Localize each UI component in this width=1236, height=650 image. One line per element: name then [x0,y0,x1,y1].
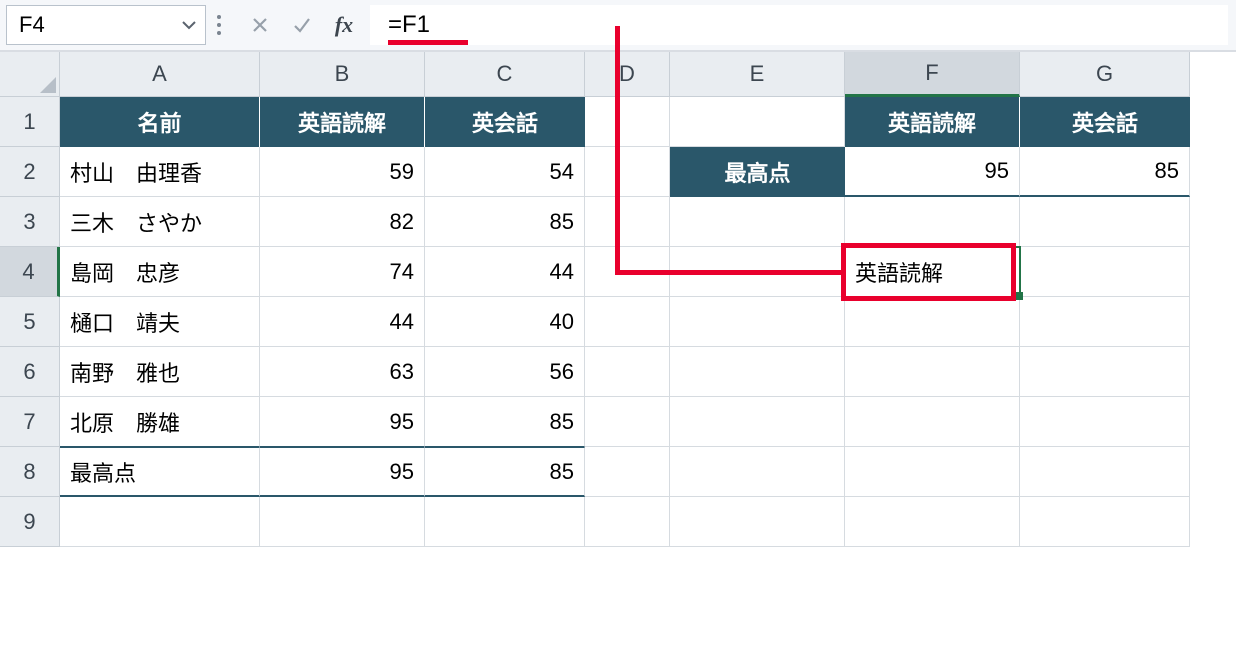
cell-F4[interactable]: 英語読解 [845,247,1020,297]
cell-C5[interactable]: 40 [425,297,585,347]
cell-A5[interactable]: 樋口 靖夫 [60,297,260,347]
cell-A3[interactable]: 三木 さやか [60,197,260,247]
cell-G5[interactable] [1020,297,1190,347]
cell-G2[interactable]: 85 [1020,147,1190,197]
cell-G6[interactable] [1020,347,1190,397]
cell-F2[interactable]: 95 [845,147,1020,197]
cell-D7[interactable] [585,397,670,447]
name-box-value: F4 [19,12,45,38]
row-header-4[interactable]: 4 [0,247,60,297]
cell-A7[interactable]: 北原 勝雄 [60,397,260,447]
cell-F5[interactable] [845,297,1020,347]
column-header-B[interactable]: B [260,52,425,97]
vertical-dots-icon[interactable] [212,15,226,35]
fill-handle[interactable] [1015,292,1023,300]
row-header-6[interactable]: 6 [0,347,60,397]
cell-D3[interactable] [585,197,670,247]
name-box[interactable]: F4 [6,5,206,45]
cell-C6[interactable]: 56 [425,347,585,397]
cell-G8[interactable] [1020,447,1190,497]
formula-bar: F4 fx =F1 [0,0,1236,52]
cell-B9[interactable] [260,497,425,547]
cell-E9[interactable] [670,497,845,547]
cancel-formula-button[interactable] [240,5,280,45]
cell-D8[interactable] [585,447,670,497]
cell-F6[interactable] [845,347,1020,397]
cell-D9[interactable] [585,497,670,547]
row-header-3[interactable]: 3 [0,197,60,247]
cell-C7[interactable]: 85 [425,397,585,447]
enter-formula-button[interactable] [282,5,322,45]
cell-E3[interactable] [670,197,845,247]
cell-D6[interactable] [585,347,670,397]
cell-B5[interactable]: 44 [260,297,425,347]
cell-A2[interactable]: 村山 由理香 [60,147,260,197]
cell-F7[interactable] [845,397,1020,447]
select-all-corner[interactable] [0,52,60,97]
column-headers: ABCDEFG [60,52,1190,97]
cell-G9[interactable] [1020,497,1190,547]
cell-F8[interactable] [845,447,1020,497]
cell-D1[interactable] [585,97,670,147]
row-header-8[interactable]: 8 [0,447,60,497]
column-header-C[interactable]: C [425,52,585,97]
cell-C3[interactable]: 85 [425,197,585,247]
row-headers: 123456789 [0,97,60,547]
chevron-down-icon[interactable] [177,13,201,37]
cell-D4[interactable] [585,247,670,297]
row-header-7[interactable]: 7 [0,397,60,447]
column-header-A[interactable]: A [60,52,260,97]
cell-B4[interactable]: 74 [260,247,425,297]
cell-G4[interactable] [1020,247,1190,297]
cell-C8[interactable]: 85 [425,447,585,497]
cell-B8[interactable]: 95 [260,447,425,497]
column-header-G[interactable]: G [1020,52,1190,97]
cell-B3[interactable]: 82 [260,197,425,247]
cell-A9[interactable] [60,497,260,547]
cell-G3[interactable] [1020,197,1190,247]
cell-C4[interactable]: 44 [425,247,585,297]
cell-E6[interactable] [670,347,845,397]
cell-F9[interactable] [845,497,1020,547]
cell-E4[interactable] [670,247,845,297]
cell-A8[interactable]: 最高点 [60,447,260,497]
formula-input[interactable]: =F1 [370,5,1228,45]
spreadsheet-grid[interactable]: ABCDEFG 123456789 名前英語読解英会話村山 由理香5954三木 … [0,52,1236,650]
column-header-E[interactable]: E [670,52,845,97]
cell-G7[interactable] [1020,397,1190,447]
cell-E2[interactable]: 最高点 [670,147,845,197]
row-header-2[interactable]: 2 [0,147,60,197]
cell-D5[interactable] [585,297,670,347]
cell-B1[interactable]: 英語読解 [260,97,425,147]
insert-function-button[interactable]: fx [324,5,364,45]
cell-C2[interactable]: 54 [425,147,585,197]
cell-A1[interactable]: 名前 [60,97,260,147]
cell-F1[interactable]: 英語読解 [845,97,1020,147]
cell-F3[interactable] [845,197,1020,247]
cell-E8[interactable] [670,447,845,497]
cell-A6[interactable]: 南野 雅也 [60,347,260,397]
cell-A4[interactable]: 島岡 忠彦 [60,247,260,297]
cell-E7[interactable] [670,397,845,447]
formula-text: =F1 [388,11,430,39]
row-header-5[interactable]: 5 [0,297,60,347]
cell-C9[interactable] [425,497,585,547]
cell-B6[interactable]: 63 [260,347,425,397]
cell-G1[interactable]: 英会話 [1020,97,1190,147]
red-underline-annotation [388,40,468,45]
column-header-F[interactable]: F [845,52,1020,97]
cell-B2[interactable]: 59 [260,147,425,197]
row-header-1[interactable]: 1 [0,97,60,147]
cell-C1[interactable]: 英会話 [425,97,585,147]
column-header-D[interactable]: D [585,52,670,97]
cell-B7[interactable]: 95 [260,397,425,447]
cell-D2[interactable] [585,147,670,197]
cell-E1[interactable] [670,97,845,147]
cell-E5[interactable] [670,297,845,347]
row-header-9[interactable]: 9 [0,497,60,547]
fx-icon: fx [335,12,353,38]
